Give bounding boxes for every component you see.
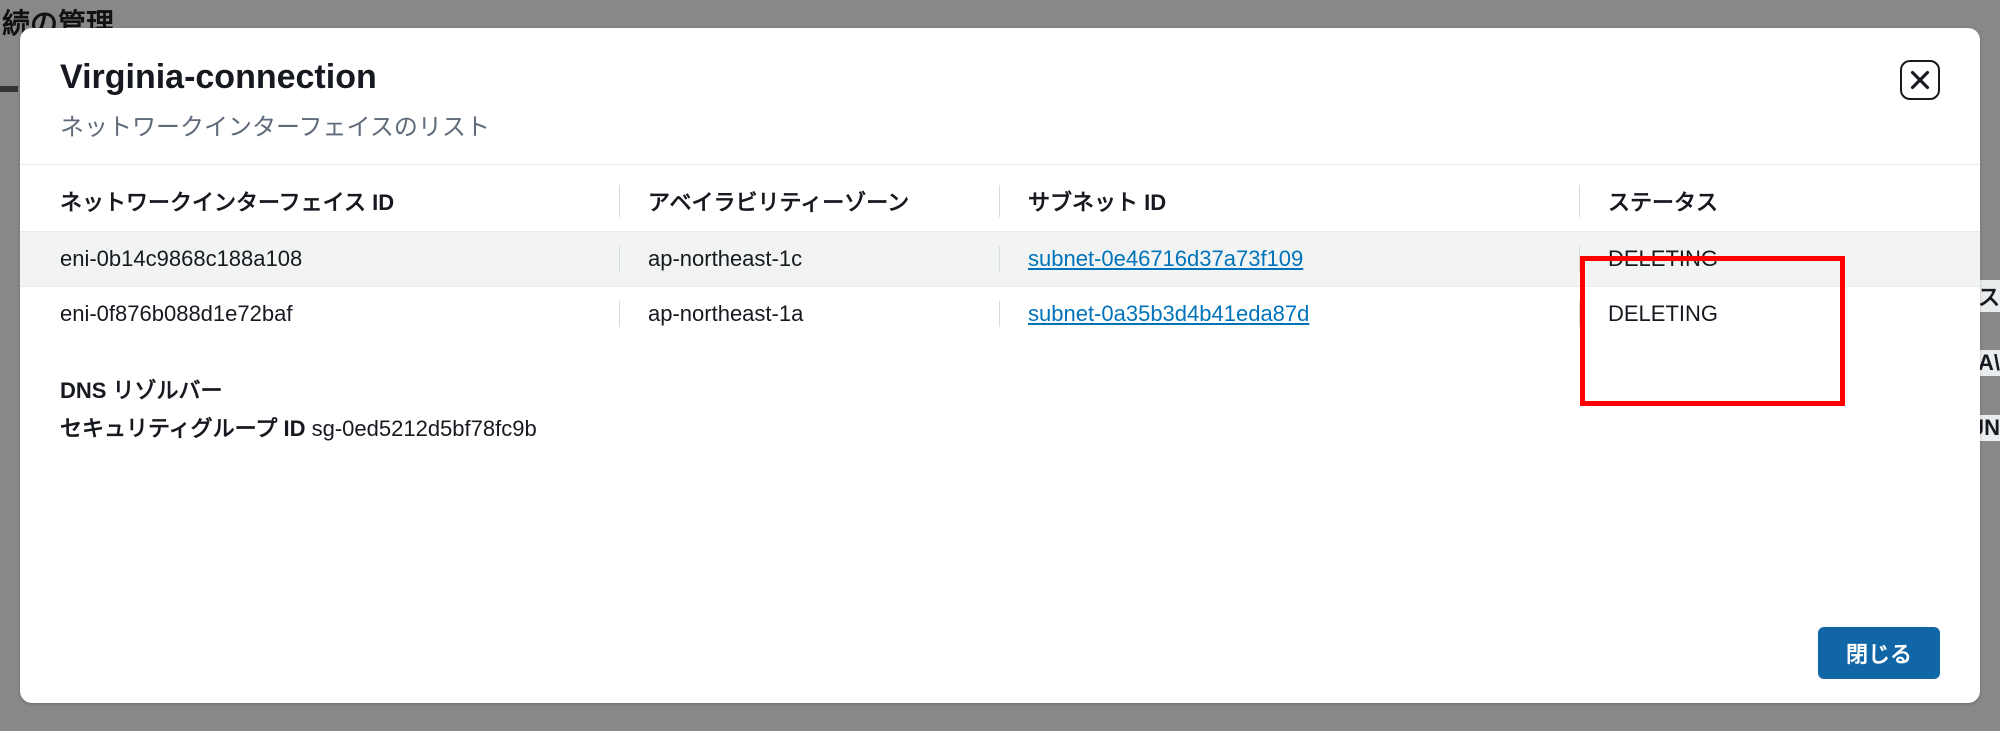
cell-eni-id: eni-0b14c9868c188a108 [60,246,620,272]
modal-footer: 閉じる [20,609,1980,703]
table-row: eni-0f876b088d1e72baf ap-northeast-1a su… [20,286,1980,341]
footer-info: DNS リゾルバー セキュリティグループ ID sg-0ed5212d5bf78… [20,361,1980,463]
table-row: eni-0b14c9868c188a108 ap-northeast-1c su… [20,231,1980,286]
close-icon-button[interactable] [1900,60,1940,100]
eni-table: ネットワークインターフェイス ID アベイラビリティーゾーン サブネット ID … [20,165,1980,361]
modal-subtitle: ネットワークインターフェイスのリスト [60,107,1940,142]
backdrop-text-frag-1: ス [1978,280,2000,312]
cell-az: ap-northeast-1a [620,301,1000,327]
security-group-value: sg-0ed5212d5bf78fc9b [312,416,537,441]
subnet-link[interactable]: subnet-0e46716d37a73f109 [1028,246,1303,271]
cell-eni-id: eni-0f876b088d1e72baf [60,301,620,327]
column-header-az: アベイラビリティーゾーン [620,185,1000,217]
modal-title: Virginia-connection [60,58,1940,97]
cell-subnet: subnet-0a35b3d4b41eda87d [1000,301,1580,327]
cell-az: ap-northeast-1c [620,246,1000,272]
security-group-row: セキュリティグループ ID sg-0ed5212d5bf78fc9b [60,411,1940,443]
cell-subnet: subnet-0e46716d37a73f109 [1000,246,1580,272]
column-header-status: ステータス [1580,185,1940,217]
security-group-label: セキュリティグループ ID [60,416,305,441]
subnet-link[interactable]: subnet-0a35b3d4b41eda87d [1028,301,1309,326]
dns-resolver-label: DNS リゾルバー [60,373,1940,405]
modal-header: Virginia-connection ネットワークインターフェイスのリスト [20,28,1980,165]
modal-dialog: Virginia-connection ネットワークインターフェイスのリスト ネ… [20,28,1980,703]
column-header-eni-id: ネットワークインターフェイス ID [60,185,620,217]
cell-status: DELETING [1580,301,1940,327]
close-icon [1910,70,1930,90]
close-button[interactable]: 閉じる [1818,627,1940,679]
table-header-row: ネットワークインターフェイス ID アベイラビリティーゾーン サブネット ID … [20,165,1980,231]
hamburger-icon [0,86,18,92]
cell-status: DELETING [1580,246,1940,272]
column-header-subnet: サブネット ID [1000,185,1580,217]
backdrop-text-frag-2: A\ [1978,350,2000,376]
